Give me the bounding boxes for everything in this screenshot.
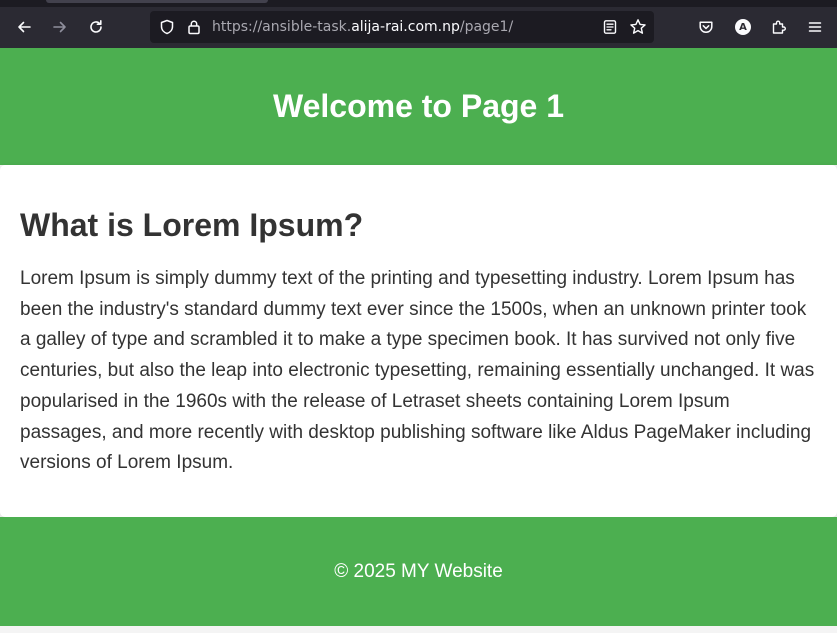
pocket-icon	[698, 19, 714, 35]
account-avatar-icon: A	[735, 19, 751, 35]
reader-view-icon[interactable]	[601, 18, 619, 36]
url-prefix: https://ansible-task.	[212, 19, 352, 35]
pocket-button[interactable]	[692, 13, 720, 41]
tab-strip	[0, 0, 837, 7]
section-heading: What is Lorem Ipsum?	[20, 207, 364, 243]
forward-button[interactable]	[46, 13, 74, 41]
content-card: What is Lorem Ipsum? Lorem Ipsum is simp…	[0, 165, 837, 517]
url-bar[interactable]: https://ansible-task.alija-rai.com.np/pa…	[150, 11, 654, 43]
url-host: alija-rai.com.np	[351, 19, 460, 35]
page-title: Welcome to Page 1	[272, 88, 565, 124]
star-icon[interactable]	[629, 18, 647, 36]
arrow-right-icon	[52, 19, 68, 35]
active-tab[interactable]	[46, 0, 268, 3]
url-text[interactable]: https://ansible-task.alija-rai.com.np/pa…	[212, 18, 513, 36]
url-path: /page1/	[459, 19, 514, 35]
page-footer: © 2025 MY Website	[0, 517, 837, 626]
lock-icon[interactable]	[185, 18, 203, 36]
reload-icon	[88, 19, 104, 35]
shield-icon[interactable]	[158, 18, 176, 36]
puzzle-icon	[771, 19, 787, 35]
back-button[interactable]	[10, 13, 38, 41]
section-paragraph: Lorem Ipsum is simply dummy text of the …	[20, 268, 815, 474]
extensions-button[interactable]	[765, 13, 793, 41]
hamburger-menu-icon	[807, 19, 823, 35]
account-button[interactable]: A	[729, 13, 757, 41]
page-header: Welcome to Page 1	[0, 48, 837, 165]
footer-copyright: © 2025 MY Website	[334, 560, 503, 582]
browser-chrome: https://ansible-task.alija-rai.com.np/pa…	[0, 0, 837, 48]
arrow-left-icon	[16, 19, 32, 35]
navigation-toolbar: https://ansible-task.alija-rai.com.np/pa…	[0, 7, 837, 48]
reload-button[interactable]	[82, 13, 110, 41]
app-menu-button[interactable]	[801, 13, 829, 41]
